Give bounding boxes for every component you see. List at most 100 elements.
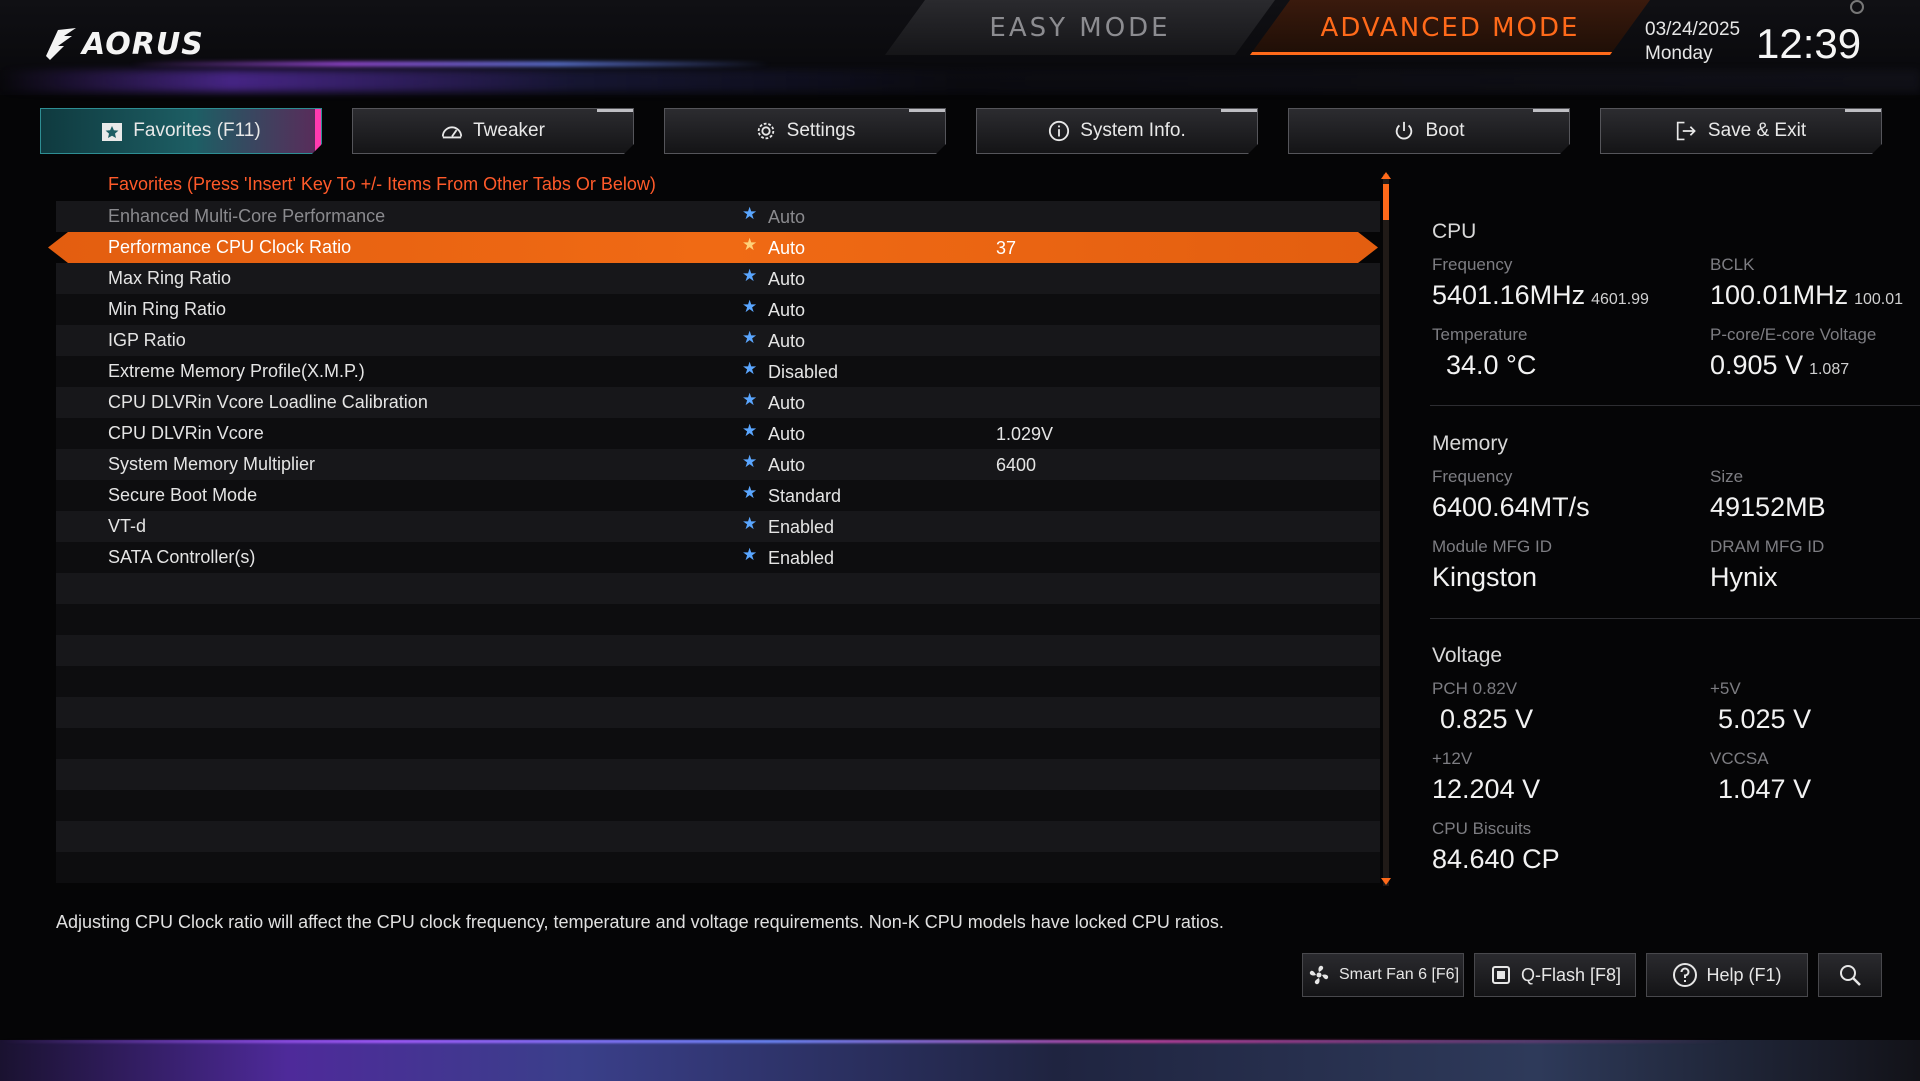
memory-frequency-label: Frequency xyxy=(1432,467,1513,486)
setting-row[interactable]: Extreme Memory Profile(X.M.P.) ★ Disable… xyxy=(56,356,1380,387)
dram-mfg-value: Hynix xyxy=(1710,562,1778,592)
setting-row[interactable]: Secure Boot Mode ★ Standard xyxy=(56,480,1380,511)
scroll-up-arrow-icon[interactable] xyxy=(1381,172,1391,179)
favorite-star-icon: ★ xyxy=(742,266,758,285)
gear-icon xyxy=(755,120,777,142)
empty-row xyxy=(56,697,1380,728)
module-mfg-value: Kingston xyxy=(1432,562,1538,592)
empty-row xyxy=(56,666,1380,697)
favorite-star-icon: ★ xyxy=(742,514,758,533)
module-mfg-label: Module MFG ID xyxy=(1432,537,1552,556)
clock-time: 12:39 xyxy=(1756,20,1862,67)
setting-name: SATA Controller(s) xyxy=(108,547,256,567)
setting-row[interactable]: Max Ring Ratio ★ Auto xyxy=(56,263,1380,294)
setting-row[interactable]: CPU DLVRin Vcore ★ Auto 1.029V xyxy=(56,418,1380,449)
setting-name: CPU DLVRin Vcore xyxy=(108,423,264,443)
favorite-star-icon: ★ xyxy=(742,483,758,502)
favorites-list: Favorites (Press 'Insert' Key To +/- Ite… xyxy=(56,170,1380,886)
tab-boot[interactable]: Boot xyxy=(1288,108,1570,154)
favorite-star-icon: ★ xyxy=(742,421,758,440)
setting-name: Extreme Memory Profile(X.M.P.) xyxy=(108,361,365,381)
favorite-star-icon: ★ xyxy=(742,390,758,409)
setting-value: Enabled xyxy=(768,517,835,537)
cpu-temperature-label: Temperature xyxy=(1432,325,1528,344)
search-icon xyxy=(1840,965,1861,986)
scroll-down-arrow-icon[interactable] xyxy=(1381,878,1391,885)
cpu-frequency-main: 5401.16MHz xyxy=(1432,280,1586,310)
setting-row[interactable]: IGP Ratio ★ Auto xyxy=(56,325,1380,356)
empty-row xyxy=(56,759,1380,790)
bclk-value: 100.01MHz 100.01 xyxy=(1710,280,1903,311)
favorite-star-icon: ★ xyxy=(742,297,758,316)
12v-label: +12V xyxy=(1432,749,1473,768)
panel-divider xyxy=(1430,618,1920,619)
setting-name: CPU DLVRin Vcore Loadline Calibration xyxy=(108,392,428,412)
favorite-star-icon: ★ xyxy=(742,235,758,254)
setting-value: Disabled xyxy=(768,362,839,382)
setting-value: Standard xyxy=(768,486,842,506)
tab-label: System Info. xyxy=(1080,120,1186,141)
help-button[interactable]: Help (F1) xyxy=(1646,953,1808,997)
setting-value: Auto xyxy=(768,238,806,258)
favorite-star-icon: ★ xyxy=(742,328,758,347)
current-value: 37 xyxy=(996,238,1017,258)
date-display: 03/24/2025 Monday xyxy=(1645,18,1755,66)
qflash-label: Q-Flash [F8] xyxy=(1520,964,1622,985)
list-scrollbar-thumb[interactable] xyxy=(1383,184,1389,220)
cpu-biscuits-value: 84.640 CP xyxy=(1432,844,1560,874)
setting-row[interactable]: Enhanced Multi-Core Performance ★ Auto xyxy=(56,201,1380,232)
setting-row[interactable]: VT-d ★ Enabled xyxy=(56,511,1380,542)
tab-save-exit[interactable]: Save & Exit xyxy=(1600,108,1882,154)
pch-voltage-label: PCH 0.82V xyxy=(1432,679,1518,698)
easy-mode-label: EASY MODE xyxy=(989,12,1171,43)
12v-value: 12.204 V xyxy=(1432,774,1541,804)
setting-name: Max Ring Ratio xyxy=(108,268,232,288)
setting-row-selected[interactable]: Performance CPU Clock Ratio ★ Auto 37 xyxy=(48,232,1378,263)
empty-row xyxy=(56,821,1380,852)
tab-system-info[interactable]: System Info. xyxy=(976,108,1258,154)
setting-row[interactable]: CPU DLVRin Vcore Loadline Calibration ★ … xyxy=(56,387,1380,418)
tab-tweaker[interactable]: Tweaker xyxy=(352,108,634,154)
setting-value: Auto xyxy=(768,207,806,227)
panel-divider xyxy=(1430,405,1920,406)
smart-fan-button[interactable]: Smart Fan 6 [F6] xyxy=(1302,953,1464,997)
favorite-star-icon: ★ xyxy=(742,359,758,378)
tab-settings[interactable]: Settings xyxy=(664,108,946,154)
list-scrollbar[interactable] xyxy=(1383,174,1389,886)
weekday-text: Monday xyxy=(1645,43,1713,64)
tab-favorites[interactable]: Favorites (F11) xyxy=(40,108,322,154)
vccsa-label: VCCSA xyxy=(1710,749,1769,768)
aorus-logo: AORUS xyxy=(44,22,224,66)
easy-mode-button[interactable]: EASY MODE xyxy=(885,0,1275,55)
5v-label: +5V xyxy=(1710,679,1741,698)
empty-row xyxy=(56,635,1380,666)
tab-label: Tweaker xyxy=(473,120,545,141)
qflash-button[interactable]: Q-Flash [F8] xyxy=(1474,953,1636,997)
core-voltage-sub: 1.087 xyxy=(1809,361,1850,378)
setting-value: Auto xyxy=(768,393,806,413)
favorite-star-icon: ★ xyxy=(742,545,758,564)
empty-row xyxy=(56,852,1380,883)
favorite-star-icon: ★ xyxy=(742,204,758,223)
setting-row[interactable]: System Memory Multiplier ★ Auto 6400 xyxy=(56,449,1380,480)
dram-mfg-label: DRAM MFG ID xyxy=(1710,537,1825,556)
setting-value: Enabled xyxy=(768,548,835,568)
advanced-mode-button[interactable]: ADVANCED MODE xyxy=(1250,0,1650,55)
help-icon xyxy=(1673,963,1698,987)
memory-frequency-value: 6400.64MT/s xyxy=(1432,492,1590,522)
empty-row xyxy=(56,790,1380,821)
settings-corner-icon[interactable] xyxy=(1850,0,1864,14)
setting-row[interactable]: SATA Controller(s) ★ Enabled xyxy=(56,542,1380,573)
tab-label: Boot xyxy=(1425,120,1465,141)
setting-value: Auto xyxy=(768,300,806,320)
setting-value: Auto xyxy=(768,269,806,289)
setting-name: VT-d xyxy=(108,516,147,536)
aorus-eagle-icon xyxy=(46,28,76,60)
star-icon xyxy=(101,120,123,142)
search-button[interactable] xyxy=(1818,953,1882,997)
top-glow-line xyxy=(130,62,770,66)
setting-name: System Memory Multiplier xyxy=(108,454,316,474)
core-voltage-value: 0.905 V 1.087 xyxy=(1710,350,1849,381)
bottom-glow-strip xyxy=(0,1040,1920,1081)
setting-row[interactable]: Min Ring Ratio ★ Auto xyxy=(56,294,1380,325)
